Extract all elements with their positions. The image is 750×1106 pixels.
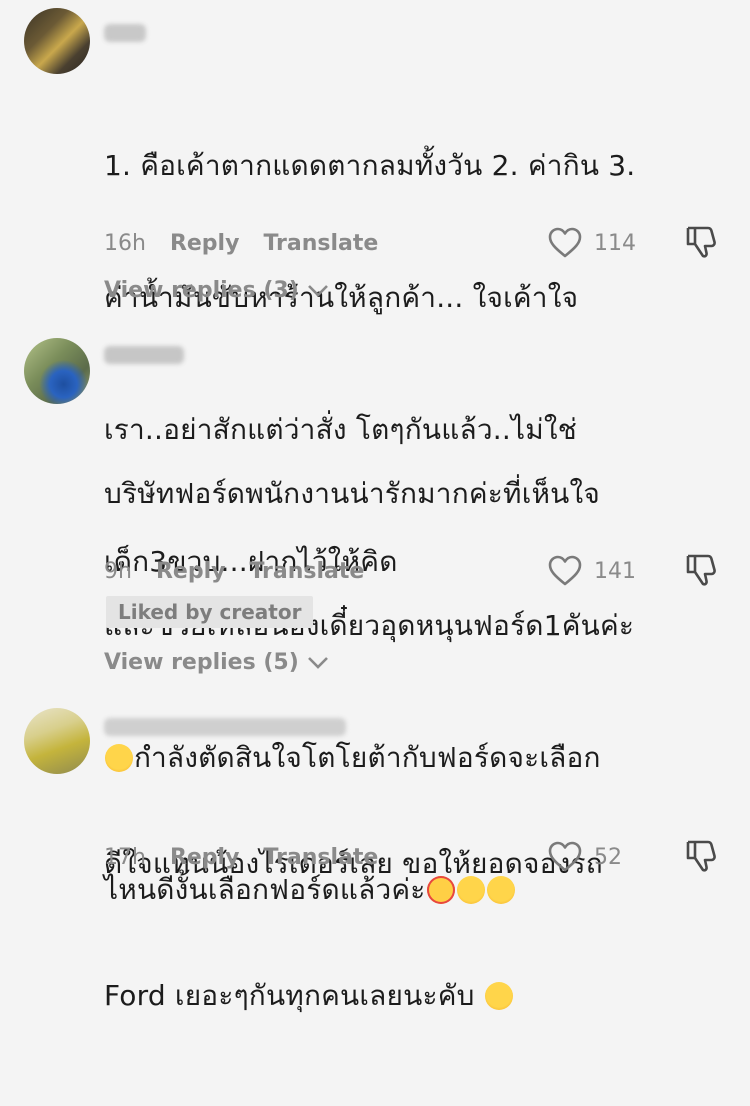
liked-by-creator-badge: Liked by creator [106, 596, 314, 628]
thumbs-down-icon [686, 840, 716, 872]
reply-button[interactable]: Reply [156, 559, 226, 584]
comment-time: 16h [104, 230, 146, 256]
comment-meta: 17h Reply Translate [104, 842, 378, 872]
view-replies-label: View replies (5) [104, 650, 299, 675]
dislike-button[interactable] [684, 224, 720, 260]
translate-button[interactable]: Translate [263, 231, 378, 256]
view-replies-button[interactable]: View replies (5) [104, 650, 329, 675]
like-button[interactable]: 141 [548, 554, 636, 588]
chevron-down-icon [307, 656, 328, 669]
comment-line-text: Ford เยอะๆกันทุกคนเลยนะคับ [104, 979, 475, 1012]
comment-line: บริษัทฟอร์ดพนักงานน่ารักมากค่ะที่เห็นใจ [104, 477, 600, 510]
comment-time: 17h [104, 844, 146, 870]
comment-meta: 9h Reply Translate [104, 556, 364, 586]
avatar[interactable] [24, 338, 90, 404]
reply-button[interactable]: Reply [170, 845, 240, 870]
chevron-down-icon [307, 284, 328, 297]
username-blurred[interactable] [104, 718, 346, 736]
view-replies-label: View replies (3) [104, 278, 299, 303]
smiling-emoji-icon [484, 982, 513, 1010]
like-count: 114 [594, 230, 636, 256]
like-count: 52 [594, 844, 622, 870]
heart-outline-icon [548, 555, 582, 586]
reply-button[interactable]: Reply [170, 231, 240, 256]
heart-outline-icon [548, 227, 582, 258]
dislike-button[interactable] [684, 552, 720, 588]
username-blurred[interactable] [104, 346, 184, 364]
comment-line: Ford เยอะๆกันทุกคนเลยนะคับ [104, 974, 664, 1018]
avatar[interactable] [24, 8, 90, 74]
view-replies-button[interactable]: View replies (3) [104, 278, 329, 303]
comment-meta: 16h Reply Translate [104, 228, 378, 258]
dislike-button[interactable] [684, 838, 720, 874]
like-button[interactable]: 114 [548, 226, 636, 260]
like-count: 141 [594, 558, 636, 584]
comment-line: 1. คือเค้าตากแดดตากลมทั้งวัน 2. ค่ากิน 3… [104, 149, 636, 182]
avatar[interactable] [24, 708, 90, 774]
translate-button[interactable]: Translate [249, 559, 364, 584]
comment-time: 9h [104, 558, 132, 584]
thumbs-down-icon [686, 554, 716, 586]
translate-button[interactable]: Translate [263, 845, 378, 870]
thumbs-down-icon [686, 226, 716, 258]
heart-outline-icon [548, 841, 582, 872]
username-blurred[interactable] [104, 24, 146, 42]
comment-text: ดีใจแทนน้องไรเดอร์เลย ขอให้ยอดจองรถ Ford… [104, 754, 664, 1106]
like-button[interactable]: 52 [548, 840, 622, 874]
